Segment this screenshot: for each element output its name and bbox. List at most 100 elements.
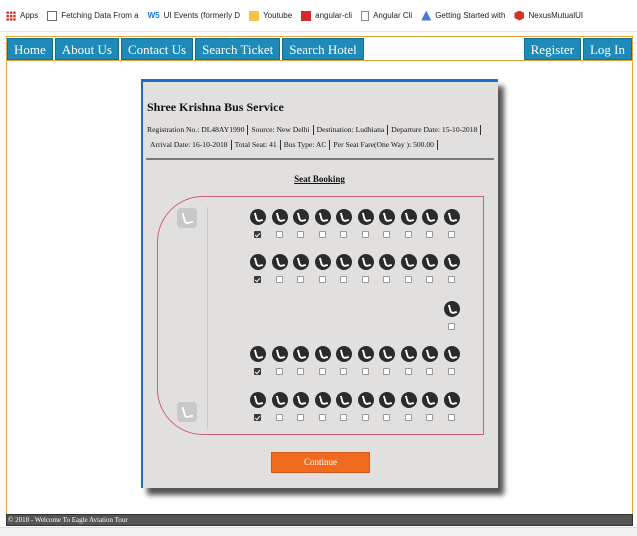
- seat-icon[interactable]: [314, 346, 331, 362]
- bookmark-angular-cli-page[interactable]: Angular Cli: [361, 10, 412, 21]
- seat-icon[interactable]: [400, 209, 417, 225]
- bookmark-apps[interactable]: Apps: [6, 10, 38, 21]
- seat-checkbox[interactable]: [318, 414, 326, 421]
- bookmark-angular-cli[interactable]: angular-cli: [301, 10, 352, 21]
- seat-checkbox[interactable]: [275, 414, 283, 421]
- seat-icon[interactable]: [293, 254, 309, 270]
- seat-icon[interactable]: [357, 346, 374, 362]
- seat-checkbox[interactable]: [447, 368, 455, 375]
- seat-checkbox[interactable]: [340, 368, 347, 375]
- seat-icon[interactable]: [443, 346, 460, 362]
- seat-checkbox[interactable]: [297, 276, 304, 283]
- seat-checkbox[interactable]: [254, 231, 261, 238]
- seat-checkbox[interactable]: [297, 368, 304, 375]
- seat-icon[interactable]: [271, 392, 288, 408]
- seat-checkbox[interactable]: [275, 231, 283, 238]
- seat-checkbox[interactable]: [254, 276, 261, 283]
- seat-checkbox[interactable]: [254, 414, 261, 421]
- seat-checkbox[interactable]: [383, 231, 390, 238]
- seat-icon[interactable]: [443, 209, 460, 225]
- seat-checkbox[interactable]: [447, 276, 455, 283]
- seat-checkbox[interactable]: [275, 276, 283, 283]
- seat-checkbox[interactable]: [318, 231, 326, 238]
- bookmark-getting-started[interactable]: Getting Started with: [421, 10, 505, 21]
- seat-checkbox[interactable]: [340, 414, 347, 421]
- seat-checkbox[interactable]: [340, 231, 347, 238]
- seat-icon[interactable]: [400, 346, 417, 362]
- nav-contact-us[interactable]: Contact Us: [120, 38, 194, 60]
- seat-checkbox[interactable]: [275, 368, 283, 375]
- seat-checkbox[interactable]: [404, 368, 412, 375]
- seat-icon[interactable]: [357, 209, 374, 225]
- seat-icon[interactable]: [336, 209, 352, 225]
- seat-icon[interactable]: [443, 392, 460, 408]
- nav-right: Register Log In: [522, 38, 632, 60]
- seat-checkbox[interactable]: [361, 368, 369, 375]
- seat-icon[interactable]: [250, 392, 266, 408]
- seat-icon[interactable]: [379, 346, 395, 362]
- bookmark-nexus[interactable]: NexusMutualUI: [514, 10, 583, 21]
- seat-icon[interactable]: [271, 254, 288, 270]
- continue-button[interactable]: Continue: [271, 452, 370, 473]
- seat-checkbox[interactable]: [361, 276, 369, 283]
- seat-icon[interactable]: [293, 392, 309, 408]
- seat-checkbox[interactable]: [447, 231, 455, 238]
- seat-icon[interactable]: [443, 301, 460, 317]
- seat-icon[interactable]: [400, 254, 417, 270]
- seat-checkbox[interactable]: [383, 414, 390, 421]
- seat-icon[interactable]: [443, 254, 460, 270]
- seat-checkbox[interactable]: [404, 276, 412, 283]
- seat-checkbox[interactable]: [426, 276, 433, 283]
- seat-checkbox[interactable]: [447, 414, 455, 421]
- seat-checkbox[interactable]: [340, 276, 347, 283]
- seat-icon[interactable]: [422, 209, 438, 225]
- seat-icon[interactable]: [422, 346, 438, 362]
- seat-icon[interactable]: [293, 346, 309, 362]
- seat-icon[interactable]: [250, 209, 266, 225]
- nav-search-hotel[interactable]: Search Hotel: [282, 38, 364, 60]
- bookmark-ui-events[interactable]: W5 UI Events (formerly D: [148, 11, 240, 20]
- seat-checkbox[interactable]: [404, 231, 412, 238]
- seat-icon[interactable]: [271, 346, 288, 362]
- seat-checkbox[interactable]: [318, 368, 326, 375]
- seat-icon[interactable]: [250, 346, 266, 362]
- bookmark-fetching-data[interactable]: Fetching Data From a: [47, 10, 139, 21]
- seat-checkbox[interactable]: [318, 276, 326, 283]
- seat-icon[interactable]: [422, 254, 438, 270]
- seat-icon[interactable]: [314, 254, 331, 270]
- seat-checkbox[interactable]: [254, 368, 261, 375]
- nav-home[interactable]: Home: [7, 38, 53, 60]
- seat-checkbox[interactable]: [361, 414, 369, 421]
- seat-icon[interactable]: [379, 254, 395, 270]
- seat-checkbox[interactable]: [426, 231, 433, 238]
- seat-icon[interactable]: [336, 254, 352, 270]
- seat-checkbox[interactable]: [404, 414, 412, 421]
- nav-search-ticket[interactable]: Search Ticket: [195, 38, 281, 60]
- seat-icon[interactable]: [250, 254, 266, 270]
- seat-icon[interactable]: [336, 392, 352, 408]
- seat-checkbox[interactable]: [361, 231, 369, 238]
- seat-icon[interactable]: [336, 346, 352, 362]
- seat-icon[interactable]: [422, 392, 438, 408]
- seat-checkbox[interactable]: [297, 414, 304, 421]
- seat-checkbox[interactable]: [447, 323, 455, 330]
- seat-icon[interactable]: [357, 392, 374, 408]
- nav-register[interactable]: Register: [523, 38, 581, 60]
- nav-about-us[interactable]: About Us: [54, 38, 119, 60]
- seat-icon[interactable]: [379, 392, 395, 408]
- steering-wheel-icon: [177, 402, 197, 422]
- seat-checkbox[interactable]: [383, 368, 390, 375]
- seat-icon[interactable]: [271, 209, 288, 225]
- seat-icon[interactable]: [314, 209, 331, 225]
- seat-checkbox[interactable]: [383, 276, 390, 283]
- seat-icon[interactable]: [379, 209, 395, 225]
- seat-icon[interactable]: [400, 392, 417, 408]
- seat-icon[interactable]: [293, 209, 309, 225]
- seat-checkbox[interactable]: [426, 368, 433, 375]
- seat-checkbox[interactable]: [426, 414, 433, 421]
- bookmark-youtube[interactable]: Youtube: [249, 10, 292, 21]
- seat-checkbox[interactable]: [297, 231, 304, 238]
- nav-login[interactable]: Log In: [582, 38, 632, 60]
- seat-icon[interactable]: [314, 392, 331, 408]
- seat-icon[interactable]: [357, 254, 374, 270]
